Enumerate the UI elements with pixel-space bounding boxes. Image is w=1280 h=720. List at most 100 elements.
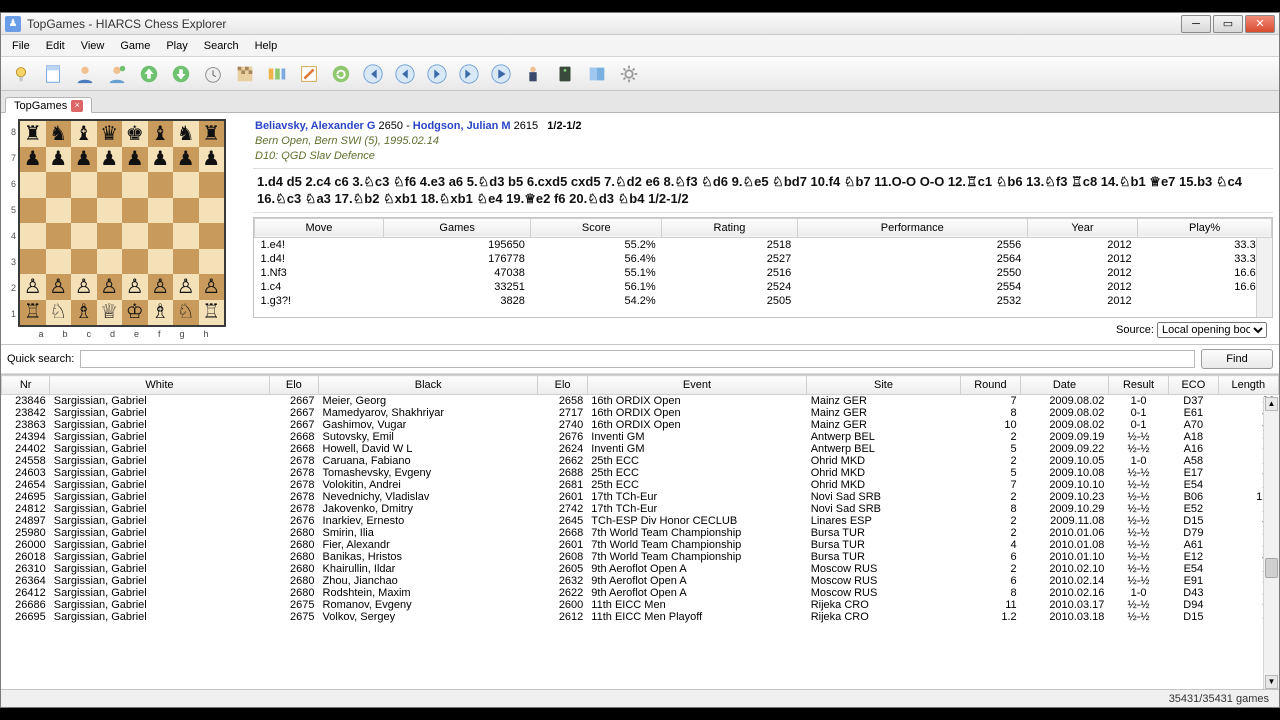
- table-row[interactable]: 23863Sargissian, Gabriel2667Gashimov, Vu…: [2, 419, 1279, 431]
- minimize-button[interactable]: ─: [1181, 15, 1211, 33]
- menu-search[interactable]: Search: [197, 38, 246, 54]
- table-row[interactable]: 26412Sargissian, Gabriel2680Rodshtein, M…: [2, 587, 1279, 599]
- menu-game[interactable]: Game: [113, 38, 157, 54]
- table-row[interactable]: 26695Sargissian, Gabriel2675Volkov, Serg…: [2, 611, 1279, 623]
- tool-colors-icon[interactable]: [263, 60, 291, 88]
- tool-lightbulb-icon[interactable]: [7, 60, 35, 88]
- table-row[interactable]: 24812Sargissian, Gabriel2678Jakovenko, D…: [2, 503, 1279, 515]
- op-col[interactable]: Rating: [662, 218, 798, 237]
- games-scrollbar[interactable]: ▲ ▼: [1263, 397, 1279, 689]
- table-row[interactable]: 24695Sargissian, Gabriel2678Nevednichy, …: [2, 491, 1279, 503]
- quicksearch-input[interactable]: [80, 350, 1195, 368]
- result: 1/2-1/2: [547, 120, 581, 132]
- table-row[interactable]: 24603Sargissian, Gabriel2678Tomashevsky,…: [2, 467, 1279, 479]
- game-col[interactable]: Nr: [2, 376, 50, 395]
- tool-down-icon[interactable]: [167, 60, 195, 88]
- table-row[interactable]: 24558Sargissian, Gabriel2678Caruana, Fab…: [2, 455, 1279, 467]
- tool-first-icon[interactable]: [359, 60, 387, 88]
- table-row[interactable]: 26000Sargissian, Gabriel2680Fier, Alexan…: [2, 539, 1279, 551]
- chessboard[interactable]: ♜♞♝♛♚♝♞♜♟♟♟♟♟♟♟♟♙♙♙♙♙♙♙♙♖♘♗♕♔♗♘♖: [18, 119, 226, 327]
- scroll-thumb[interactable]: [1265, 558, 1278, 578]
- maximize-button[interactable]: ▭: [1213, 15, 1243, 33]
- menu-play[interactable]: Play: [159, 38, 194, 54]
- game-opening: D10: QGD Slav Defence: [255, 150, 375, 162]
- quicksearch-label: Quick search:: [7, 353, 74, 365]
- menubar: File Edit View Game Play Search Help: [1, 35, 1279, 57]
- table-row[interactable]: 23846Sargissian, Gabriel2667Meier, Georg…: [2, 395, 1279, 408]
- game-col[interactable]: Black: [319, 376, 538, 395]
- moves-notation[interactable]: 1.d4 d5 2.c4 c6 3.♘c3 ♘f6 4.e3 a6 5.♘d3 …: [253, 168, 1273, 213]
- scroll-down-icon[interactable]: ▼: [1265, 675, 1278, 689]
- tool-last-icon[interactable]: [455, 60, 483, 88]
- game-col[interactable]: ECO: [1169, 376, 1218, 395]
- game-col[interactable]: White: [50, 376, 269, 395]
- op-col[interactable]: Games: [383, 218, 530, 237]
- menu-edit[interactable]: Edit: [39, 38, 72, 54]
- tool-user1-icon[interactable]: [71, 60, 99, 88]
- toolbar: [1, 57, 1279, 91]
- table-row[interactable]: 24897Sargissian, Gabriel2676Inarkiev, Er…: [2, 515, 1279, 527]
- tool-pro-icon[interactable]: [519, 60, 547, 88]
- game-col[interactable]: Round: [960, 376, 1020, 395]
- tool-prev-icon[interactable]: [391, 60, 419, 88]
- table-row[interactable]: 23842Sargissian, Gabriel2667Mamedyarov, …: [2, 407, 1279, 419]
- menu-file[interactable]: File: [5, 38, 37, 54]
- op-col[interactable]: Performance: [797, 218, 1027, 237]
- tab-label: TopGames: [14, 100, 67, 112]
- tab-topgames[interactable]: TopGames ×: [5, 97, 92, 113]
- table-row[interactable]: 25980Sargissian, Gabriel2680Smirin, Ilia…: [2, 527, 1279, 539]
- file-labels: abcdefgh: [11, 327, 241, 339]
- window-title: TopGames - HIARCS Chess Explorer: [27, 17, 226, 31]
- game-col[interactable]: Date: [1021, 376, 1109, 395]
- game-col[interactable]: Length: [1218, 376, 1278, 395]
- game-header: Beliavsky, Alexander G 2650 - Hodgson, J…: [253, 117, 1273, 168]
- opening-row[interactable]: 1.g3?!382854.2%250525322012: [255, 294, 1272, 308]
- opening-scrollbar[interactable]: [1256, 238, 1272, 317]
- tool-server-icon[interactable]: [551, 60, 579, 88]
- close-button[interactable]: ✕: [1245, 15, 1275, 33]
- opening-row[interactable]: 1.d4!17677856.4%25272564201233.3%: [255, 252, 1272, 266]
- op-col[interactable]: Move: [255, 218, 384, 237]
- black-player: Hodgson, Julian M: [413, 120, 511, 132]
- game-col[interactable]: Result: [1108, 376, 1168, 395]
- opening-row[interactable]: 1.Nf34703855.1%25162550201216.6%: [255, 266, 1272, 280]
- table-row[interactable]: 26018Sargissian, Gabriel2680Banikas, Hri…: [2, 551, 1279, 563]
- source-select[interactable]: Local opening book: [1157, 322, 1267, 338]
- tool-book-icon[interactable]: [583, 60, 611, 88]
- table-row[interactable]: 24394Sargissian, Gabriel2668Sutovsky, Em…: [2, 431, 1279, 443]
- menu-view[interactable]: View: [74, 38, 112, 54]
- opening-row[interactable]: 1.c43325156.1%25242554201216.6%: [255, 280, 1272, 294]
- opening-book-grid[interactable]: MoveGamesScoreRatingPerformanceYearPlay%…: [253, 217, 1273, 318]
- tool-up-icon[interactable]: [135, 60, 163, 88]
- table-row[interactable]: 24654Sargissian, Gabriel2678Volokitin, A…: [2, 479, 1279, 491]
- game-col[interactable]: Event: [587, 376, 806, 395]
- table-row[interactable]: 24402Sargissian, Gabriel2668Howell, Davi…: [2, 443, 1279, 455]
- game-col[interactable]: Site: [807, 376, 961, 395]
- game-col[interactable]: Elo: [538, 376, 587, 395]
- op-col[interactable]: Year: [1027, 218, 1137, 237]
- tool-next-icon[interactable]: [423, 60, 451, 88]
- games-table[interactable]: NrWhiteEloBlackEloEventSiteRoundDateResu…: [1, 374, 1279, 689]
- table-row[interactable]: 26364Sargissian, Gabriel2680Zhou, Jianch…: [2, 575, 1279, 587]
- tool-board-icon[interactable]: [231, 60, 259, 88]
- menu-help[interactable]: Help: [248, 38, 285, 54]
- tool-play-icon[interactable]: [487, 60, 515, 88]
- tool-gear-icon[interactable]: [615, 60, 643, 88]
- scroll-up-icon[interactable]: ▲: [1265, 397, 1278, 411]
- find-button[interactable]: Find: [1201, 349, 1273, 369]
- tabbar: TopGames ×: [1, 91, 1279, 113]
- table-row[interactable]: 26310Sargissian, Gabriel2680Khairullin, …: [2, 563, 1279, 575]
- opening-row[interactable]: 1.e4!19565055.2%25182556201233.3%: [255, 237, 1272, 252]
- op-col[interactable]: Score: [531, 218, 662, 237]
- tool-note-icon[interactable]: [295, 60, 323, 88]
- tool-doc-icon[interactable]: [39, 60, 67, 88]
- tab-close-icon[interactable]: ×: [71, 100, 83, 112]
- tool-user2-icon[interactable]: [103, 60, 131, 88]
- game-col[interactable]: Elo: [269, 376, 318, 395]
- table-row[interactable]: 26686Sargissian, Gabriel2675Romanov, Evg…: [2, 599, 1279, 611]
- white-player: Beliavsky, Alexander G: [255, 120, 375, 132]
- op-col[interactable]: Play%: [1138, 218, 1272, 237]
- game-site: Bern Open, Bern SWI (5), 1995.02.14: [255, 135, 439, 147]
- tool-refresh-icon[interactable]: [327, 60, 355, 88]
- tool-clock-icon[interactable]: [199, 60, 227, 88]
